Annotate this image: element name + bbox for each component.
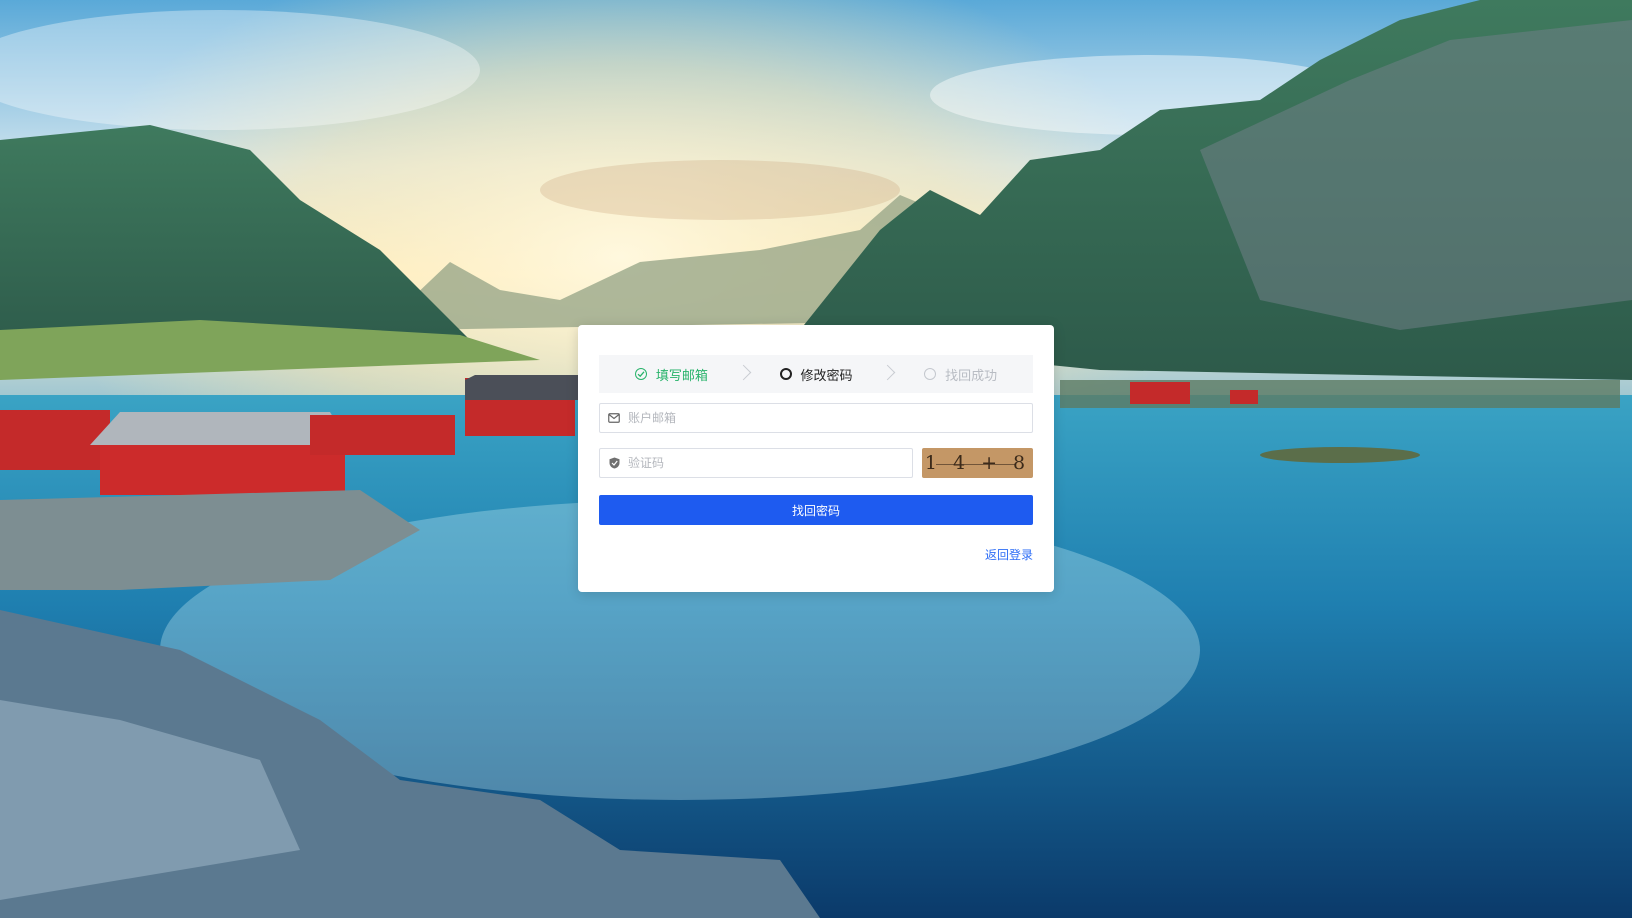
circle-icon	[779, 368, 792, 380]
captcha-field[interactable]	[599, 448, 913, 478]
captcha-noise-line	[936, 464, 1016, 465]
step-fill-email: 填写邮箱	[599, 355, 751, 393]
check-circle-icon	[634, 368, 647, 380]
password-reset-card: 填写邮箱 修改密码 找回成功 1 4 + 8 找回密码 返回登录	[578, 325, 1054, 592]
shield-icon	[600, 457, 628, 469]
circle-icon	[924, 368, 937, 380]
captcha-text: 1 4 + 8	[924, 452, 1031, 474]
email-field[interactable]	[599, 403, 1033, 433]
captcha-image[interactable]: 1 4 + 8	[922, 448, 1033, 478]
step-label: 找回成功	[945, 368, 998, 384]
step-retrieve-success: 找回成功	[888, 355, 1033, 393]
step-label: 填写邮箱	[655, 368, 708, 384]
retrieve-password-button[interactable]: 找回密码	[599, 495, 1033, 525]
mail-icon	[600, 413, 628, 423]
back-to-login-link[interactable]: 返回登录	[985, 546, 1033, 563]
step-label: 修改密码	[800, 368, 853, 384]
step-change-password: 修改密码	[744, 355, 896, 393]
steps-bar: 填写邮箱 修改密码 找回成功	[599, 355, 1033, 393]
captcha-input[interactable]	[628, 450, 912, 476]
email-input[interactable]	[628, 405, 1032, 431]
